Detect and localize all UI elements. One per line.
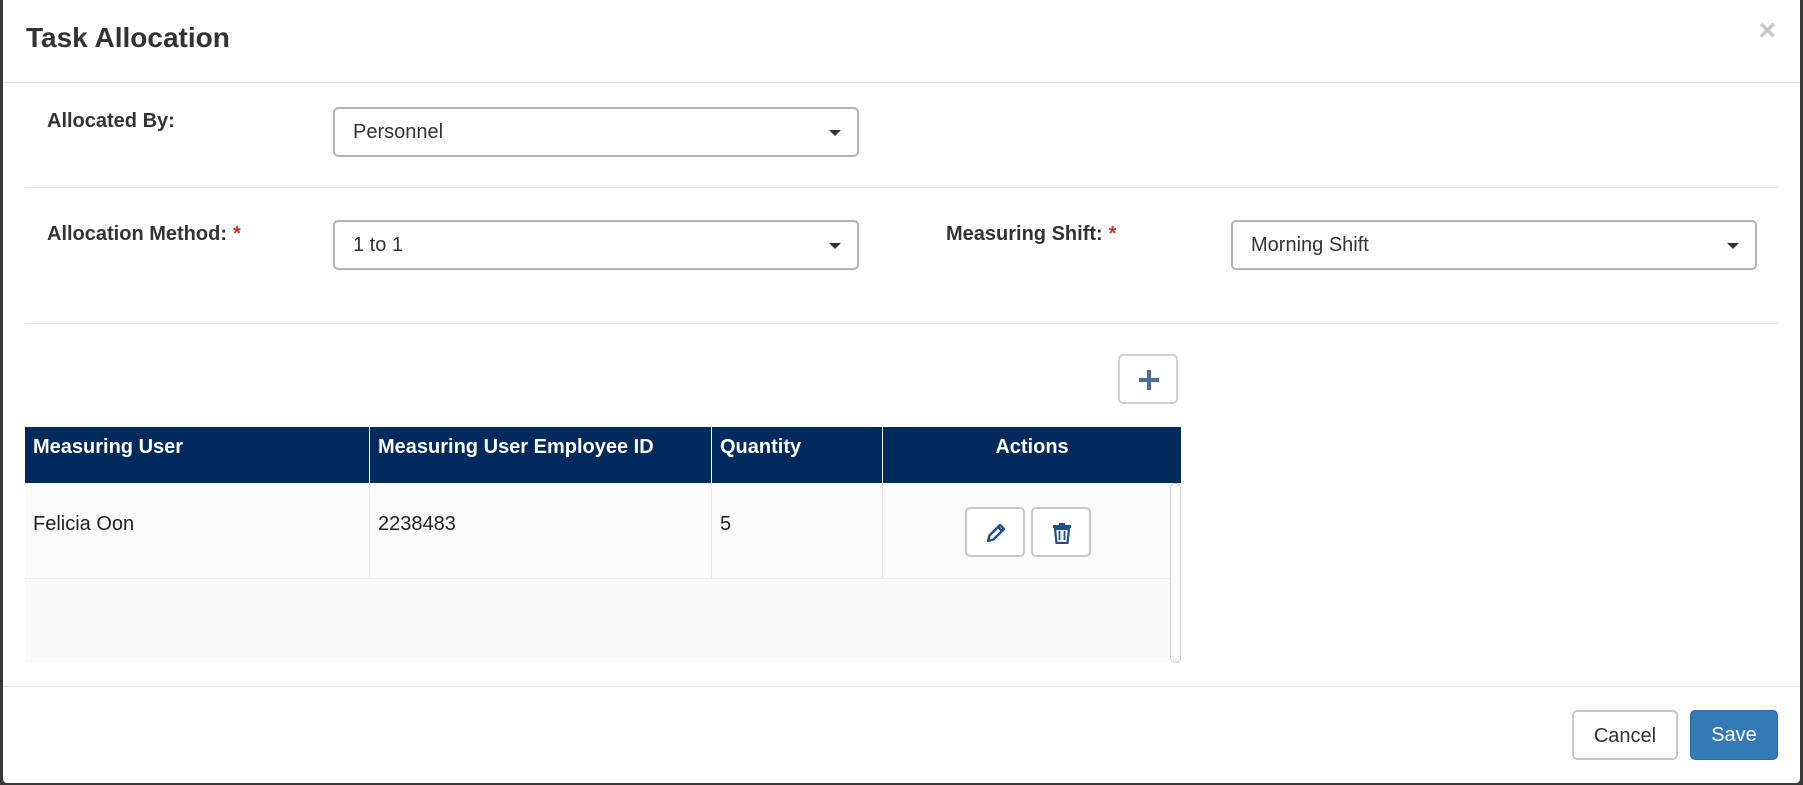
allocated-by-label: Allocated By: [47,110,175,132]
grid-body: Felicia Oon 2238483 5 [25,483,1170,663]
pencil-icon [986,523,1006,543]
grid-scrollbar[interactable] [1170,483,1181,663]
allocated-by-value: Personnel [353,121,444,143]
allocation-grid: Measuring User Measuring User Employee I… [25,427,1181,663]
footer-divider [3,686,1800,687]
chevron-down-icon [829,130,841,136]
cell-quantity: 5 [712,483,883,578]
column-header-employee-id[interactable]: Measuring User Employee ID [370,427,712,483]
required-mark: * [232,223,241,245]
cell-actions [883,483,1170,578]
measuring-shift-select[interactable]: Morning Shift [1231,220,1757,270]
cell-measuring-user: Felicia Oon [25,483,370,578]
cell-employee-id: 2238483 [370,483,712,578]
modal-title: Task Allocation [26,22,230,53]
chevron-down-icon [829,243,841,249]
chevron-down-icon [1727,243,1739,249]
divider [25,187,1779,188]
table-row[interactable]: Felicia Oon 2238483 5 [25,483,1170,579]
allocation-method-select[interactable]: 1 to 1 [333,220,859,270]
measuring-shift-value: Morning Shift [1251,234,1369,256]
modal-header: Task Allocation × [3,0,1800,83]
allocation-method-label: Allocation Method: * [47,223,241,245]
column-header-quantity[interactable]: Quantity [712,427,883,483]
divider [25,323,1779,324]
column-header-measuring-user[interactable]: Measuring User [25,427,370,483]
add-row-button[interactable] [1118,354,1178,404]
measuring-shift-label: Measuring Shift: * [946,223,1117,245]
required-mark: * [1108,223,1117,245]
allocated-by-select[interactable]: Personnel [333,107,859,157]
allocation-method-value: 1 to 1 [353,234,404,256]
column-header-actions: Actions [995,436,1069,458]
edit-button[interactable] [965,507,1025,557]
delete-button[interactable] [1031,507,1091,557]
grid-header: Measuring User Measuring User Employee I… [25,427,1181,483]
close-icon[interactable]: × [1758,16,1776,46]
trash-icon [1053,523,1071,544]
task-allocation-modal: Task Allocation × Allocated By: Personne… [3,0,1800,783]
save-button[interactable]: Save [1690,710,1778,760]
cancel-button[interactable]: Cancel [1572,710,1678,760]
